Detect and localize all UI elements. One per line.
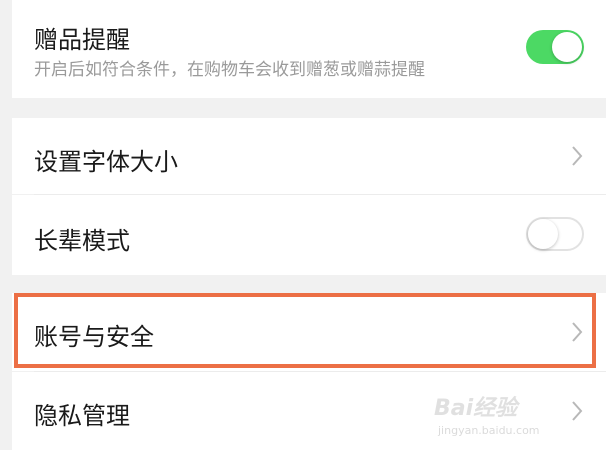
elder-mode-toggle[interactable] (526, 217, 584, 251)
gift-reminder-description: 开启后如符合条件，在购物车会收到赠葱或赠蒜提醒 (34, 60, 425, 80)
toggle-knob (552, 32, 582, 62)
gift-reminder-row: 赠品提醒 开启后如符合条件，在购物车会收到赠葱或赠蒜提醒 (12, 0, 606, 98)
watermark-logo: Bai经验 (434, 396, 518, 421)
font-size-label: 设置字体大小 (34, 148, 178, 176)
toggle-knob (528, 219, 558, 249)
elder-mode-row: 长辈模式 (12, 195, 606, 275)
chevron-right-icon (572, 146, 583, 166)
settings-screen: 赠品提醒 开启后如符合条件，在购物车会收到赠葱或赠蒜提醒 设置字体大小 长辈模式… (0, 0, 606, 450)
font-size-row[interactable]: 设置字体大小 (12, 118, 606, 194)
chevron-right-icon (572, 401, 583, 421)
watermark-url: jingyan.baidu.com (438, 424, 540, 437)
gift-reminder-toggle[interactable] (526, 30, 584, 64)
highlight-box (14, 293, 596, 368)
privacy-label: 隐私管理 (34, 402, 130, 430)
gift-reminder-label: 赠品提醒 (34, 26, 130, 54)
baidu-jingyan-watermark: Bai经验 jingyan.baidu.com (434, 390, 572, 440)
elder-mode-label: 长辈模式 (34, 227, 130, 255)
